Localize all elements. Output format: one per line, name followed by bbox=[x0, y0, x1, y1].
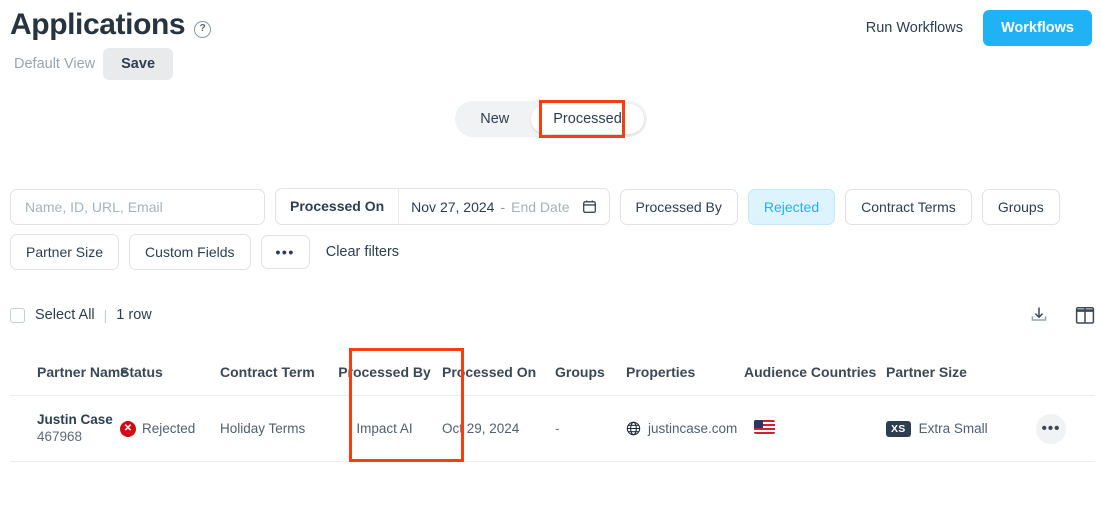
column-header-audience-countries[interactable]: Audience Countries bbox=[744, 364, 886, 380]
cell-properties: justincase.com bbox=[626, 421, 744, 436]
cell-audience-countries bbox=[744, 420, 886, 437]
filter-contract-terms[interactable]: Contract Terms bbox=[845, 188, 972, 225]
partner-id-value: 467968 bbox=[37, 429, 83, 444]
table-header-row: Partner Name Status Contract Term Proces… bbox=[10, 348, 1095, 396]
cell-contract-term: Holiday Terms bbox=[220, 421, 306, 436]
tab-new[interactable]: New bbox=[458, 104, 531, 134]
calendar-icon[interactable] bbox=[582, 199, 597, 214]
workflows-button[interactable]: Workflows bbox=[982, 10, 1092, 46]
applications-table: Partner Name Status Contract Term Proces… bbox=[10, 348, 1095, 462]
cell-partner-size: XS Extra Small bbox=[886, 420, 1006, 437]
processed-on-label: Processed On bbox=[290, 198, 385, 214]
filter-partner-size[interactable]: Partner Size bbox=[10, 234, 120, 270]
column-header-partner-size[interactable]: Partner Size bbox=[886, 364, 1006, 380]
column-header-processed-on[interactable]: Processed On bbox=[442, 364, 555, 380]
save-button[interactable]: Save bbox=[103, 48, 174, 80]
globe-icon bbox=[626, 421, 641, 436]
cell-status: ✕ Rejected bbox=[120, 420, 220, 437]
filter-rejected[interactable]: Rejected bbox=[747, 188, 836, 225]
column-header-groups[interactable]: Groups bbox=[555, 364, 626, 380]
tab-processed[interactable]: Processed bbox=[531, 104, 644, 134]
filter-processed-by[interactable]: Processed By bbox=[619, 188, 738, 225]
table-row[interactable]: Justin Case 467968 ✕ Rejected Holiday Te… bbox=[10, 396, 1095, 462]
size-abbrev-badge: XS bbox=[886, 420, 911, 437]
partner-size-badge: XS Extra Small bbox=[886, 420, 1006, 437]
filter-row-1: Processed On Nov 27, 2024 - End Date bbox=[10, 188, 1095, 225]
filter-row-2: Partner Size Custom Fields ••• Clear fil… bbox=[10, 234, 1095, 270]
error-circle-icon: ✕ bbox=[120, 420, 136, 437]
filter-custom-fields[interactable]: Custom Fields bbox=[129, 234, 251, 270]
search-input[interactable] bbox=[10, 188, 265, 225]
more-filters-button[interactable]: ••• bbox=[260, 235, 310, 269]
default-view-label[interactable]: Default View bbox=[12, 52, 97, 76]
filter-groups[interactable]: Groups bbox=[981, 188, 1060, 225]
run-workflows-button[interactable]: Run Workflows bbox=[866, 20, 963, 36]
date-range-value[interactable]: Nov 27, 2024 - End Date bbox=[399, 199, 608, 215]
page-title: Applications bbox=[10, 8, 186, 41]
question-mark-icon[interactable]: ? bbox=[194, 20, 212, 38]
cell-processed-by: Impact AI bbox=[356, 421, 413, 436]
column-header-contract-term[interactable]: Contract Term bbox=[220, 364, 327, 380]
date-end-placeholder: End Date bbox=[511, 198, 570, 215]
column-header-partner-name[interactable]: Partner Name bbox=[10, 364, 128, 380]
processed-on-date-filter[interactable]: Processed On Nov 27, 2024 - End Date bbox=[275, 188, 610, 225]
cell-partner-name: Justin Case 467968 bbox=[10, 412, 120, 445]
filter-bar: Processed On Nov 27, 2024 - End Date bbox=[10, 188, 1095, 279]
partner-name-value: Justin Case bbox=[37, 412, 113, 427]
cell-processed-on: Oct 29, 2024 bbox=[442, 421, 520, 436]
columns-layout-icon[interactable] bbox=[1075, 306, 1095, 325]
cell-groups: - bbox=[555, 421, 560, 436]
title-row: Applications ? bbox=[10, 8, 212, 42]
toolbar-actions bbox=[1029, 305, 1095, 325]
tabs-container: New Processed bbox=[0, 101, 1102, 137]
select-all-checkbox[interactable] bbox=[10, 307, 25, 323]
select-all-label[interactable]: Select All bbox=[35, 307, 95, 323]
partner-size-value: Extra Small bbox=[918, 421, 988, 436]
property-link[interactable]: justincase.com bbox=[626, 421, 744, 436]
date-range-dash: - bbox=[500, 198, 506, 215]
page-header: Applications ? Default View Save Run Wor… bbox=[0, 0, 1102, 92]
table-toolbar: Select All | 1 row bbox=[10, 305, 1095, 325]
clear-filters-button[interactable]: Clear filters bbox=[326, 244, 399, 260]
property-value: justincase.com bbox=[648, 421, 738, 436]
date-start-value: Nov 27, 2024 bbox=[411, 198, 495, 215]
toolbar-separator: | bbox=[103, 307, 108, 323]
view-controls: Default View Save bbox=[12, 48, 174, 80]
applications-page: Applications ? Default View Save Run Wor… bbox=[0, 0, 1102, 510]
kebab-menu-icon[interactable]: ••• bbox=[1036, 413, 1066, 444]
status-badge: ✕ Rejected bbox=[120, 420, 220, 437]
row-count-label: 1 row bbox=[116, 307, 152, 323]
flag-canton bbox=[754, 420, 763, 428]
column-header-processed-by[interactable]: Processed By bbox=[327, 364, 442, 380]
united-states-flag-icon bbox=[754, 420, 775, 434]
column-header-status[interactable]: Status bbox=[120, 364, 220, 380]
cell-actions: ••• bbox=[1006, 413, 1086, 444]
status-value: Rejected bbox=[142, 421, 196, 436]
download-icon[interactable] bbox=[1029, 305, 1049, 325]
segmented-tabs: New Processed bbox=[455, 101, 647, 137]
column-header-properties[interactable]: Properties bbox=[626, 364, 744, 380]
header-actions: Run Workflows Workflows bbox=[866, 10, 1092, 46]
